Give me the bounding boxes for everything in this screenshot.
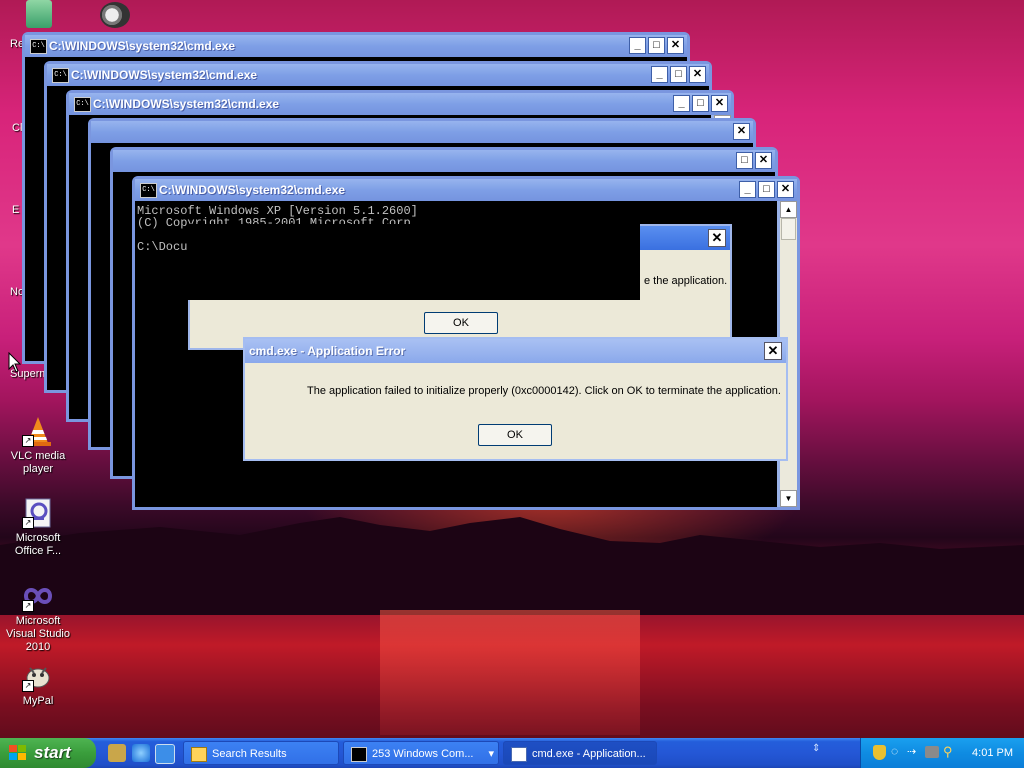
scroll-up-arrow-icon[interactable]: ▲: [780, 201, 797, 218]
recycle-bin-icon[interactable]: [26, 0, 52, 28]
desktop-icon-label: VLC media player: [10, 450, 66, 475]
maximize-button[interactable]: □: [736, 152, 753, 169]
window-titlebar[interactable]: □ ✕: [113, 150, 775, 172]
shortcut-arrow-icon: ↗: [22, 517, 34, 529]
dialog-titlebar[interactable]: ✕: [640, 226, 730, 250]
dialog-titlebar[interactable]: cmd.exe - Application Error ✕: [245, 339, 786, 363]
ok-button[interactable]: OK: [478, 424, 552, 446]
task-label: cmd.exe - Application...: [532, 748, 646, 760]
window-title: C:\WINDOWS\system32\cmd.exe: [93, 97, 280, 111]
cmd-icon: C:\: [52, 68, 69, 83]
network-icon[interactable]: ◌: [891, 744, 898, 758]
desktop-icon-visual-studio[interactable]: ↗ Microsoft Visual Studio 2010: [0, 580, 76, 654]
cmd-icon: [351, 747, 367, 762]
task-label: 253 Windows Com...: [372, 748, 474, 760]
application-error-dialog[interactable]: cmd.exe - Application Error ✕ The applic…: [243, 337, 788, 461]
window-titlebar[interactable]: ✕: [91, 121, 753, 143]
maximize-button[interactable]: □: [758, 181, 775, 198]
taskbar-button-cmd-group[interactable]: 253 Windows Com... ▾: [343, 741, 499, 765]
clock: 4:01 PM: [972, 747, 1013, 759]
shortcut-arrow-icon: ↗: [22, 435, 34, 447]
desktop-icon-vlc[interactable]: ↗ VLC media player: [0, 415, 76, 476]
internet-explorer-icon[interactable]: [132, 744, 150, 762]
dialog-title: cmd.exe - Application Error: [249, 344, 406, 358]
close-button[interactable]: ✕: [777, 181, 794, 198]
maximize-button[interactable]: □: [670, 66, 687, 83]
window-titlebar[interactable]: C:\ C:\WINDOWS\system32\cmd.exe _ □ ✕: [25, 35, 687, 57]
mouse-cursor-icon: [8, 352, 22, 373]
close-button[interactable]: ✕: [708, 229, 726, 247]
start-button[interactable]: start: [0, 738, 96, 768]
window-title: C:\WINDOWS\system32\cmd.exe: [49, 39, 236, 53]
maximize-button[interactable]: □: [692, 95, 709, 112]
connection-icon[interactable]: ⇢: [907, 745, 916, 758]
quicklaunch-app-icon[interactable]: [108, 744, 126, 762]
cmd-icon: C:\: [74, 97, 91, 112]
search-tray-icon[interactable]: ⚲: [943, 744, 953, 760]
close-button[interactable]: ✕: [689, 66, 706, 83]
console-region: [188, 224, 640, 300]
desktop-icon-label: Microsoft Office F...: [14, 532, 62, 557]
desktop-icon-mypal[interactable]: ↗ MyPal: [0, 660, 76, 708]
desktop-icon-label: MyPal: [22, 695, 54, 707]
minimize-button[interactable]: _: [673, 95, 690, 112]
close-button[interactable]: ✕: [667, 37, 684, 54]
desktop-icon-label-partial: E: [12, 204, 20, 216]
window-titlebar[interactable]: C:\ C:\WINDOWS\system32\cmd.exe _ □ ✕: [135, 179, 797, 201]
media-player-icon[interactable]: [100, 2, 130, 28]
vlc-cone-icon: ↗: [22, 415, 54, 447]
taskbar-button-search-results[interactable]: Search Results: [183, 741, 339, 765]
close-button[interactable]: ✕: [764, 342, 782, 360]
cmd-icon: C:\: [140, 183, 157, 198]
ok-button[interactable]: OK: [424, 312, 498, 334]
desktop-icon-label-partial: Cl: [12, 122, 23, 134]
shortcut-arrow-icon: ↗: [22, 600, 34, 612]
show-desktop-icon[interactable]: [155, 744, 175, 764]
sea-reflection: [380, 610, 640, 735]
close-button[interactable]: ✕: [755, 152, 772, 169]
maximize-button[interactable]: □: [648, 37, 665, 54]
minimize-button[interactable]: _: [651, 66, 668, 83]
dialog-message: The application failed to initialize pro…: [307, 385, 781, 397]
taskbar-button-app-error[interactable]: cmd.exe - Application...: [503, 741, 657, 765]
taskbar: start Search Results 253 Windows Com... …: [0, 738, 1024, 768]
start-label: start: [34, 743, 71, 762]
desktop-icon-label: Microsoft Visual Studio 2010: [5, 615, 70, 653]
window-titlebar[interactable]: C:\ C:\WINDOWS\system32\cmd.exe _ □ ✕: [47, 64, 709, 86]
desktop-icon-office[interactable]: ↗ Microsoft Office F...: [0, 497, 76, 558]
close-button[interactable]: ✕: [733, 123, 750, 140]
window-titlebar[interactable]: C:\ C:\WINDOWS\system32\cmd.exe _ □ ✕: [69, 93, 731, 115]
taskbar-scroll-arrows-icon[interactable]: ⇕: [812, 743, 824, 755]
device-icon[interactable]: [925, 746, 939, 758]
window-title: C:\WINDOWS\system32\cmd.exe: [71, 68, 258, 82]
system-tray: ◌ ⇢ ⚲ 4:01 PM: [860, 738, 1024, 768]
minimize-button[interactable]: _: [739, 181, 756, 198]
scroll-thumb[interactable]: [781, 218, 796, 240]
task-label: Search Results: [212, 748, 287, 760]
shield-icon[interactable]: [873, 745, 886, 760]
chevron-down-icon: ▾: [488, 748, 494, 760]
cmd-icon: C:\: [30, 39, 47, 54]
folder-search-icon: [191, 747, 207, 762]
windows-flag-icon: [9, 745, 27, 761]
mypal-icon: ↗: [22, 660, 54, 692]
shortcut-arrow-icon: ↗: [22, 680, 34, 692]
close-button[interactable]: ✕: [711, 95, 728, 112]
visual-studio-infinity-icon: ↗: [22, 580, 54, 612]
minimize-button[interactable]: _: [629, 37, 646, 54]
window-title: C:\WINDOWS\system32\cmd.exe: [159, 183, 346, 197]
mountain-silhouette: [0, 517, 1024, 615]
window-icon: [511, 747, 527, 762]
dialog-message: e the application.: [644, 275, 728, 287]
scroll-down-arrow-icon[interactable]: ▼: [780, 490, 797, 507]
office-file-icon: ↗: [22, 497, 54, 529]
